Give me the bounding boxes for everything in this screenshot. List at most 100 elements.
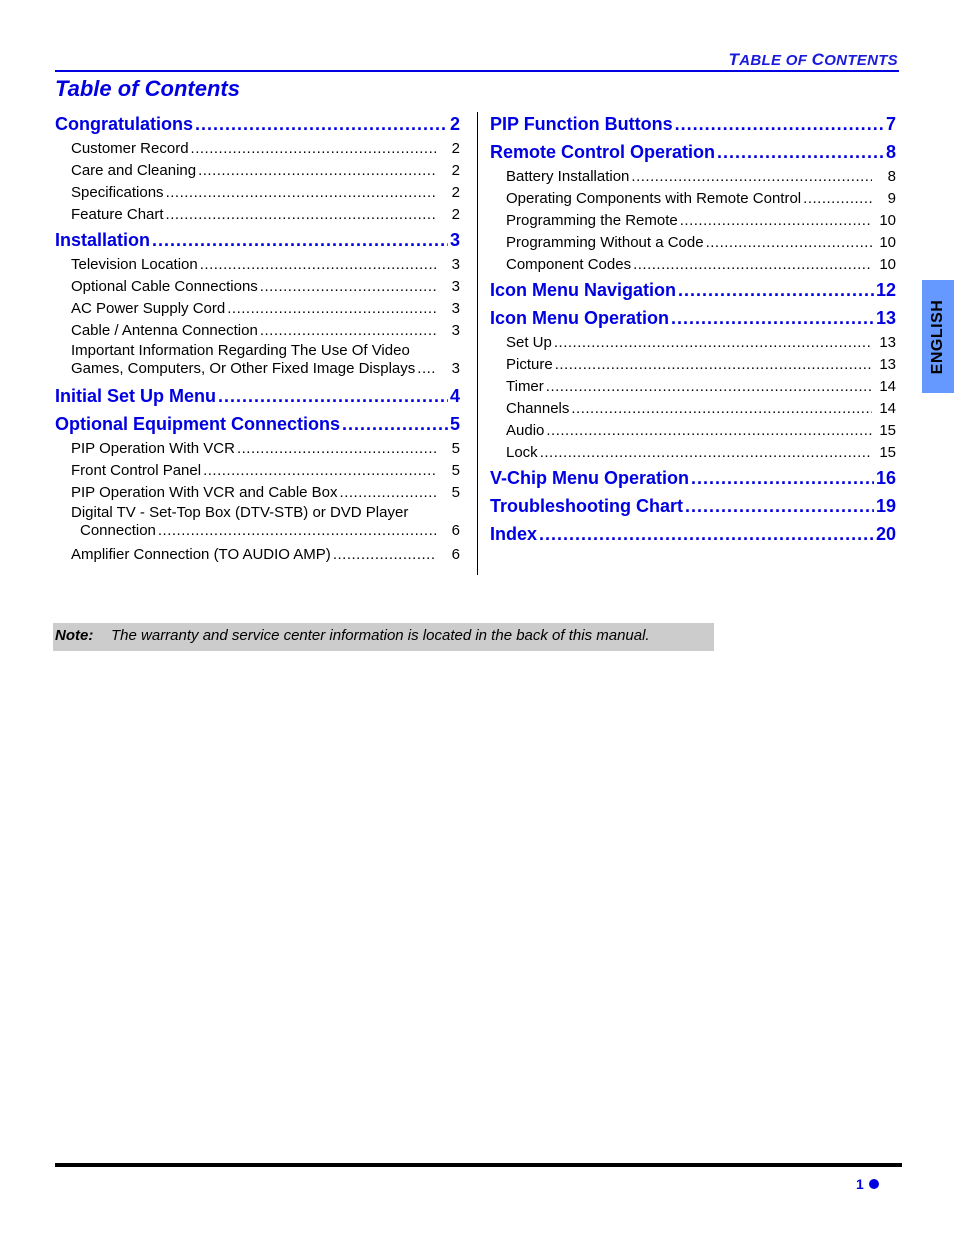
dot-leader [200, 254, 436, 276]
toc-section-entry[interactable]: Initial Set Up Menu 4 [55, 382, 460, 410]
toc-subentry[interactable]: Optional Cable Connections 3 [55, 276, 460, 298]
dot-leader [717, 138, 884, 166]
toc-section-entry[interactable]: Icon Menu Navigation 12 [490, 276, 896, 304]
dot-leader [218, 382, 448, 410]
toc-section-entry[interactable]: Installation 3 [55, 226, 460, 254]
toc-subentry-page: 2 [451, 162, 460, 179]
toc-subentry[interactable]: Amplifier Connection (TO AUDIO AMP) 6 [55, 544, 460, 566]
toc-subentry-line: Important Information Regarding The Use … [55, 342, 460, 360]
dot-leader [685, 492, 874, 520]
toc-subentry-label: Care and Cleaning [71, 162, 197, 179]
note-box: Note: The warranty and service center in… [53, 623, 714, 651]
toc-subentry-page: 10 [879, 234, 896, 251]
dot-leader [191, 138, 436, 160]
toc-subentry-label-line1: Important Information Regarding The Use … [71, 342, 410, 359]
top-rule [55, 70, 899, 72]
toc-subentry-page: 15 [879, 444, 896, 461]
toc-section-page: 12 [875, 280, 896, 300]
toc-section-page: 3 [449, 230, 460, 250]
toc-section-entry[interactable]: Congratulations 2 [55, 110, 460, 138]
toc-subentry[interactable]: Games, Computers, Or Other Fixed Image D… [55, 360, 460, 382]
note-text: The warranty and service center informat… [111, 627, 650, 644]
toc-subentry-label: AC Power Supply Cord [71, 300, 226, 317]
dot-leader [555, 354, 872, 376]
toc-section-entry[interactable]: Remote Control Operation 8 [490, 138, 896, 166]
dot-leader [166, 182, 436, 204]
dot-leader [539, 520, 874, 548]
toc-section-entry[interactable]: Troubleshooting Chart 19 [490, 492, 896, 520]
toc-subentry[interactable]: Care and Cleaning 2 [55, 160, 460, 182]
toc-subentry[interactable]: Programming the Remote 10 [490, 210, 896, 232]
toc-subentry[interactable]: Timer 14 [490, 376, 896, 398]
column-divider [477, 112, 478, 575]
toc-section-label: Optional Equipment Connections [55, 414, 340, 434]
toc-section-label: Icon Menu Navigation [490, 280, 677, 300]
bullet-icon [868, 1179, 879, 1189]
toc-subentry-page: 3 [451, 360, 460, 377]
toc-subentry[interactable]: Component Codes 10 [490, 254, 896, 276]
toc-subentry[interactable]: Set Up 13 [490, 332, 896, 354]
dot-leader [260, 276, 436, 298]
page-number-text: 1 [856, 1176, 864, 1192]
toc-subentry[interactable]: Audio 15 [490, 420, 896, 442]
toc-subentry[interactable]: AC Power Supply Cord 3 [55, 298, 460, 320]
toc-subentry-label: Programming the Remote [506, 212, 678, 229]
toc-subentry[interactable]: Programming Without a Code 10 [490, 232, 896, 254]
toc-subentry-page: 5 [451, 462, 460, 479]
toc-subentry-label: Audio [506, 422, 545, 439]
toc-section-entry[interactable]: PIP Function Buttons 7 [490, 110, 896, 138]
toc-subentry[interactable]: Feature Chart 2 [55, 204, 460, 226]
running-head-part: ONTENTS [824, 52, 898, 69]
toc-subentry-label: Battery Installation [506, 168, 630, 185]
toc-column-right: PIP Function Buttons 7 Remote Control Oper… [490, 110, 896, 548]
dot-leader [546, 420, 872, 442]
toc-section-page: 16 [875, 468, 896, 488]
toc-subentry-page: 8 [887, 168, 896, 185]
toc-subentry-label: Operating Components with Remote Control [506, 190, 802, 207]
language-tab[interactable]: ENGLISH [922, 280, 954, 393]
toc-subentry-label: Feature Chart [71, 206, 164, 223]
toc-subentry[interactable]: PIP Operation With VCR and Cable Box 5 [55, 482, 460, 504]
toc-subentry[interactable]: PIP Operation With VCR 5 [55, 438, 460, 460]
toc-subentry-label: Optional Cable Connections [71, 278, 258, 295]
toc-subentry[interactable]: Operating Components with Remote Control… [490, 188, 896, 210]
toc-section-entry[interactable]: V-Chip Menu Operation 16 [490, 464, 896, 492]
dot-leader [691, 464, 874, 492]
toc-subentry[interactable]: Television Location 3 [55, 254, 460, 276]
dot-leader [342, 410, 448, 438]
toc-section-page: 19 [875, 496, 896, 516]
toc-section-entry[interactable]: Index 20 [490, 520, 896, 548]
toc-subentry-page: 15 [879, 422, 896, 439]
toc-section-label: Troubleshooting Chart [490, 496, 683, 516]
toc-section-page: 13 [875, 308, 896, 328]
toc-section-page: 2 [449, 114, 460, 134]
toc-subentry[interactable]: Lock 15 [490, 442, 896, 464]
toc-subentry-label: Front Control Panel [71, 462, 202, 479]
dot-leader [166, 204, 436, 226]
toc-subentry-label: Picture [506, 356, 553, 373]
toc-subentry-label: Specifications [71, 184, 164, 201]
running-head-part: C [811, 50, 825, 69]
toc-subentry-page: 10 [879, 212, 896, 229]
bottom-rule [55, 1163, 902, 1167]
toc-subentry-label: Channels [506, 400, 570, 417]
toc-section-entry[interactable]: Icon Menu Operation 13 [490, 304, 896, 332]
toc-subentry[interactable]: Battery Installation 8 [490, 166, 896, 188]
toc-subentry[interactable]: Channels 14 [490, 398, 896, 420]
toc-section-page: 8 [885, 142, 896, 162]
dot-leader [631, 166, 872, 188]
toc-subentry[interactable]: Picture 13 [490, 354, 896, 376]
language-tab-label: ENGLISH [929, 299, 946, 374]
dot-leader [680, 210, 872, 232]
toc-section-entry[interactable]: Optional Equipment Connections 5 [55, 410, 460, 438]
toc-subentry[interactable]: Customer Record 2 [55, 138, 460, 160]
toc-subentry-page: 13 [879, 334, 896, 351]
toc-subentry[interactable]: Connection 6 [55, 522, 460, 544]
toc-subentry[interactable]: Front Control Panel 5 [55, 460, 460, 482]
toc-subentry[interactable]: Specifications 2 [55, 182, 460, 204]
toc-subentry-page: 3 [451, 322, 460, 339]
toc-subentry-label: Programming Without a Code [506, 234, 704, 251]
toc-subentry-page: 3 [451, 278, 460, 295]
toc-subentry[interactable]: Cable / Antenna Connection 3 [55, 320, 460, 342]
dot-leader [675, 110, 884, 138]
